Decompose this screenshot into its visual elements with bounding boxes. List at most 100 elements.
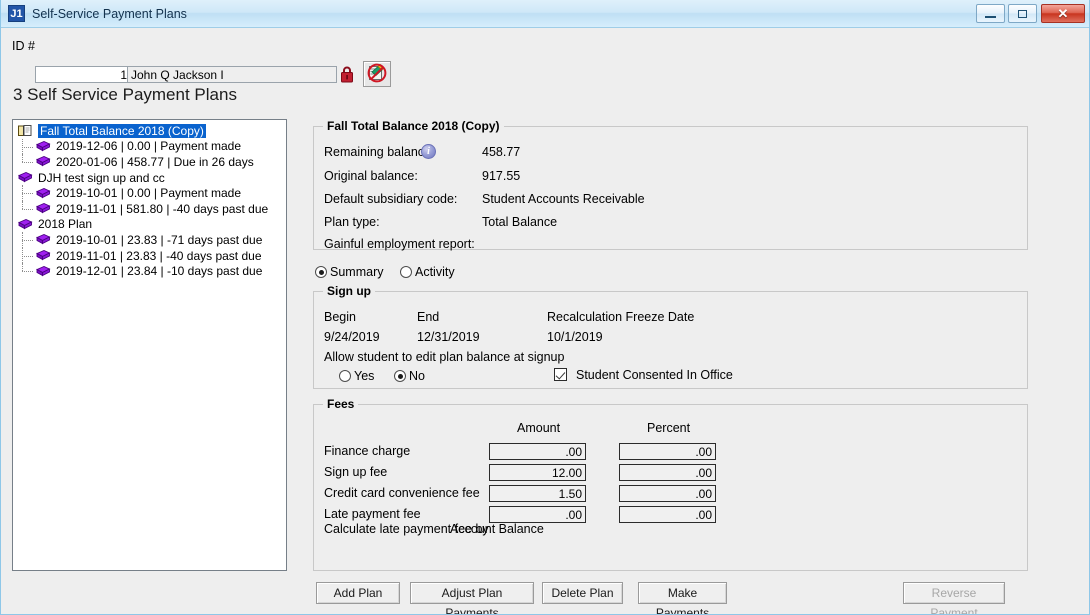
tree-node[interactable]: 2018 Plan (13, 217, 286, 233)
radio-summary[interactable]: Summary (315, 265, 383, 279)
student-name-field[interactable] (127, 66, 337, 83)
book-icon (35, 187, 51, 200)
radio-yes-indicator[interactable] (339, 370, 351, 382)
remaining-balance-value: 458.77 (482, 145, 520, 159)
window-title: Self-Service Payment Plans (32, 7, 187, 21)
title-bar: J1 Self-Service Payment Plans ✕ (1, 0, 1090, 28)
id-input[interactable] (35, 66, 131, 83)
fee-percent-input[interactable] (619, 506, 716, 523)
close-button[interactable]: ✕ (1041, 4, 1085, 23)
tree-node-label: 2019-12-01 | 23.84 | -10 days past due (56, 264, 262, 278)
radio-activity[interactable]: Activity (400, 265, 455, 279)
gainful-employment-label: Gainful employment report: (324, 237, 475, 251)
lock-icon (340, 65, 354, 83)
adjust-plan-payments-button[interactable]: Adjust Plan Payments (410, 582, 534, 604)
tree-connector (22, 193, 33, 194)
radio-yes-label: Yes (354, 369, 374, 383)
signup-begin-label: Begin (324, 310, 356, 324)
fee-percent-input[interactable] (619, 464, 716, 481)
tree-node[interactable]: 2019-12-01 | 23.84 | -10 days past due (13, 263, 286, 279)
recalc-freeze-value: 10/1/2019 (547, 330, 603, 344)
tree-node-label: Fall Total Balance 2018 (Copy) (38, 124, 206, 138)
page-title: 3 Self Service Payment Plans (13, 85, 237, 105)
book-icon (35, 140, 51, 153)
plan-type-value: Total Balance (482, 215, 557, 229)
fee-amount-input[interactable] (489, 443, 586, 460)
tree-node[interactable]: 2019-11-01 | 23.83 | -40 days past due (13, 248, 286, 264)
add-plan-button[interactable]: Add Plan (316, 582, 400, 604)
book-icon (17, 171, 33, 184)
subsidiary-code-value: Student Accounts Receivable (482, 192, 645, 206)
open-book-icon (17, 124, 33, 137)
remaining-balance-label: Remaining balance (324, 145, 431, 159)
make-payments-button[interactable]: Make Payments (638, 582, 727, 604)
recalc-freeze-label: Recalculation Freeze Date (547, 310, 694, 324)
radio-activity-label: Activity (415, 265, 455, 279)
checkbox-student-consented[interactable]: Student Consented In Office (554, 368, 733, 382)
tree-connector (22, 209, 33, 210)
fee-amount-input[interactable] (489, 485, 586, 502)
tree-node-label: DJH test sign up and cc (38, 171, 165, 185)
book-icon (35, 155, 51, 168)
book-icon (35, 249, 51, 262)
suppress-notes-button[interactable] (363, 61, 391, 87)
fee-amount-input[interactable] (489, 464, 586, 481)
payment-plans-tree[interactable]: Fall Total Balance 2018 (Copy)2019-12-06… (12, 119, 287, 571)
minimize-icon (985, 16, 996, 18)
tree-node[interactable]: 2019-12-06 | 0.00 | Payment made (13, 139, 286, 155)
fee-percent-input[interactable] (619, 443, 716, 460)
tree-node-label: 2020-01-06 | 458.77 | Due in 26 days (56, 155, 254, 169)
signup-end-label: End (417, 310, 439, 324)
plan-details-group: Fall Total Balance 2018 (Copy) Remaining… (313, 126, 1028, 250)
book-icon (35, 265, 51, 278)
book-icon (35, 202, 51, 215)
fees-group: Fees Amount Percent Finance chargeSign u… (313, 404, 1028, 571)
calc-late-fee-value: Account Balance (450, 522, 544, 536)
radio-summary-label: Summary (330, 265, 383, 279)
tree-connector (22, 162, 33, 163)
radio-no-indicator[interactable] (394, 370, 406, 382)
no-notes-icon (366, 62, 388, 87)
tree-node[interactable]: 2019-10-01 | 0.00 | Payment made (13, 185, 286, 201)
book-icon (35, 233, 51, 246)
tree-connector-vertical (22, 248, 23, 264)
radio-allow-edit-yes[interactable]: Yes (339, 369, 374, 383)
radio-activity-indicator[interactable] (400, 266, 412, 278)
signup-group: Sign up Begin End Recalculation Freeze D… (313, 291, 1028, 389)
app-icon: J1 (8, 5, 25, 22)
close-icon: ✕ (1058, 7, 1069, 20)
tree-node[interactable]: Fall Total Balance 2018 (Copy) (13, 123, 286, 139)
checkbox-indicator[interactable] (554, 368, 567, 381)
tree-node-label: 2019-11-01 | 581.80 | -40 days past due (56, 202, 268, 216)
tree-node[interactable]: DJH test sign up and cc (13, 170, 286, 186)
tree-connector (22, 240, 33, 241)
radio-allow-edit-no[interactable]: No (394, 369, 425, 383)
tree-connector-vertical (22, 154, 23, 162)
signup-begin-value: 9/24/2019 (324, 330, 380, 344)
signup-end-value: 12/31/2019 (417, 330, 480, 344)
tree-node[interactable]: 2019-11-01 | 581.80 | -40 days past due (13, 201, 286, 217)
tree-connector-vertical (22, 139, 23, 155)
fee-percent-input[interactable] (619, 485, 716, 502)
tree-node-label: 2018 Plan (38, 217, 92, 231)
tree-connector (22, 271, 33, 272)
tree-connector-vertical (22, 201, 23, 209)
tree-node[interactable]: 2019-10-01 | 23.83 | -71 days past due (13, 232, 286, 248)
tree-node[interactable]: 2020-01-06 | 458.77 | Due in 26 days (13, 154, 286, 170)
delete-plan-button[interactable]: Delete Plan (542, 582, 623, 604)
fee-amount-input[interactable] (489, 506, 586, 523)
minimize-button[interactable] (976, 4, 1005, 23)
maximize-button[interactable] (1008, 4, 1037, 23)
book-icon (17, 218, 33, 231)
original-balance-value: 917.55 (482, 169, 520, 183)
fee-row-label: Credit card convenience fee (324, 486, 480, 500)
fee-row-label: Late payment fee (324, 507, 421, 521)
radio-summary-indicator[interactable] (315, 266, 327, 278)
fees-percent-header: Percent (647, 421, 690, 435)
plan-details-group-title: Fall Total Balance 2018 (Copy) (323, 119, 504, 133)
plan-type-label: Plan type: (324, 215, 380, 229)
original-balance-label: Original balance: (324, 169, 418, 183)
tree-connector (22, 147, 33, 148)
info-icon[interactable]: i (421, 144, 436, 159)
fee-row-label: Sign up fee (324, 465, 387, 479)
